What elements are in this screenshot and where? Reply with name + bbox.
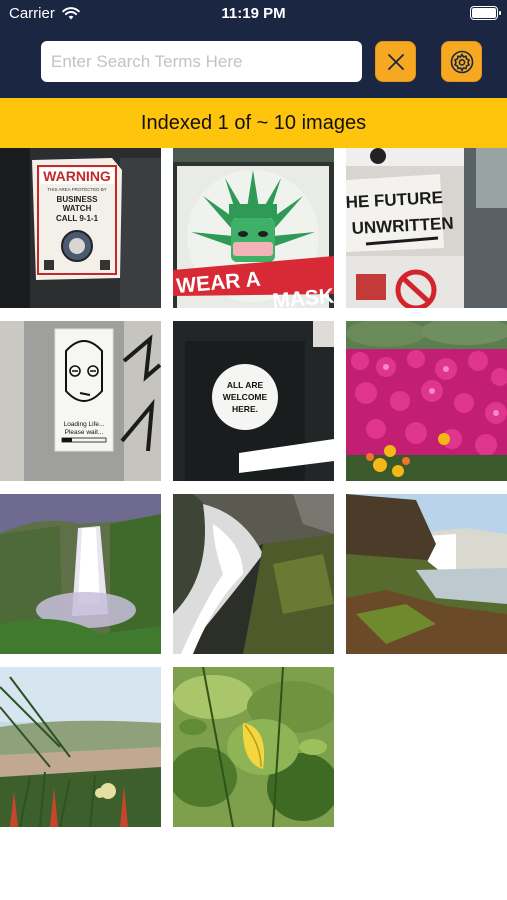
thumbnail-wear-a-mask-sticker[interactable]: WEAR A MASK! xyxy=(173,148,334,308)
gear-icon xyxy=(450,50,473,73)
sticker-text: Loading Life... xyxy=(64,421,105,428)
settings-button[interactable] xyxy=(441,41,482,82)
thumbnail-warning-sticker[interactable]: WARNING THIS AREA PROTECTED BY BUSINESS … xyxy=(0,148,161,308)
thumbnail-waterfall-cliff-photo[interactable] xyxy=(346,494,507,654)
thumbnail-green-leaves-photo[interactable] xyxy=(173,667,334,827)
thumbnail-future-unwritten-sticker[interactable]: HE FUTURE UNWRITTEN xyxy=(346,148,507,308)
sticker-text: ALL ARE xyxy=(227,380,264,390)
index-status-banner: Indexed 1 of ~ 10 images xyxy=(0,98,507,148)
sticker-text: Please wait... xyxy=(65,429,104,436)
sticker-text: HERE. xyxy=(232,404,258,414)
thumbnail-waterfall-valley-photo[interactable] xyxy=(0,494,161,654)
sticker-text: BUSINESS xyxy=(57,195,99,204)
thumbnail-pink-flowers-photo[interactable] xyxy=(346,321,507,481)
status-bar: Carrier 11:19 PM xyxy=(0,0,507,26)
index-status-text: Indexed 1 of ~ 10 images xyxy=(140,111,367,134)
sticker-text: WARNING xyxy=(43,168,111,184)
thumbnail-all-welcome-sticker[interactable]: ALL ARE WELCOME HERE. xyxy=(173,321,334,481)
thumbnail-coastal-plants-photo[interactable] xyxy=(0,667,161,827)
status-time: 11:19 PM xyxy=(221,5,286,22)
sticker-text: THIS AREA PROTECTED BY xyxy=(47,187,107,192)
thumbnail-loading-life-sticker[interactable]: Loading Life... Please wait... xyxy=(0,321,161,481)
sticker-text: WATCH xyxy=(63,204,92,213)
clear-search-button[interactable] xyxy=(375,41,416,82)
close-icon xyxy=(387,53,404,70)
battery-icon xyxy=(470,6,501,20)
search-input[interactable] xyxy=(41,41,362,82)
sticker-text: WELCOME xyxy=(223,392,268,402)
search-header xyxy=(0,26,507,98)
thumbnail-waterfall-rocks-photo[interactable] xyxy=(173,494,334,654)
sticker-text: CALL 9-1-1 xyxy=(56,214,99,223)
